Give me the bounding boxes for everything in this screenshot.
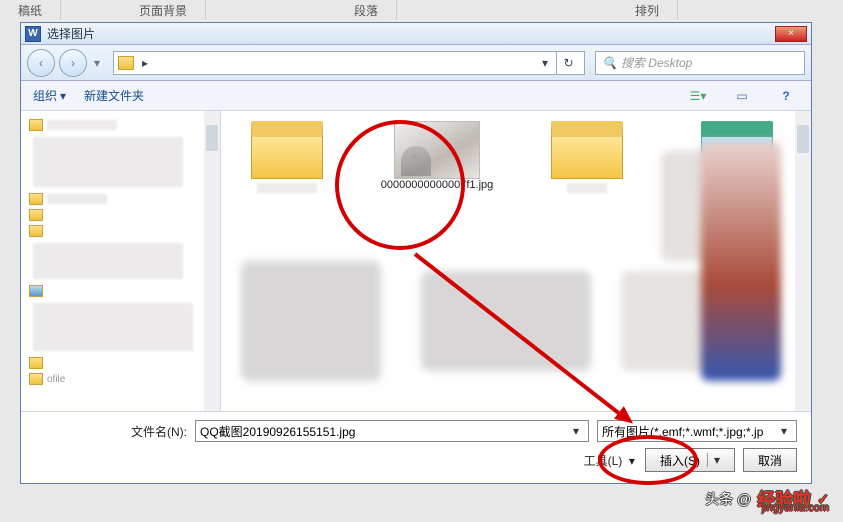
scrollbar[interactable] xyxy=(795,111,811,411)
tree-item[interactable]: ofile xyxy=(25,371,216,387)
folder-icon xyxy=(551,121,623,179)
search-icon: 🔍 xyxy=(602,56,617,70)
help-button[interactable]: ? xyxy=(773,86,799,106)
search-input[interactable]: 🔍 搜索 Desktop xyxy=(595,51,805,75)
breadcrumb-separator-icon[interactable]: ▸ xyxy=(138,56,152,70)
breadcrumb-dropdown-icon[interactable]: ▾ xyxy=(538,56,552,70)
view-icon: ☰ xyxy=(690,89,701,103)
tree-item[interactable] xyxy=(25,117,216,133)
refresh-button[interactable]: ↻ xyxy=(556,51,580,75)
forward-button[interactable]: › xyxy=(59,49,87,77)
search-placeholder: 搜索 Desktop xyxy=(621,54,692,71)
tree-label xyxy=(47,120,117,130)
file-open-dialog: W 选择图片 × ‹ › ▾ ▸ ▾ ↻ 🔍 搜索 Desktop 组织 ▾ 新… xyxy=(20,22,812,484)
organize-label: 组织 xyxy=(33,87,57,104)
file-list[interactable]: 00000000000007f1.jpg xyxy=(221,111,811,411)
folder-item[interactable] xyxy=(227,121,347,193)
tree-item[interactable] xyxy=(25,355,216,371)
chevron-down-icon: ▾ xyxy=(700,89,706,103)
preview-pane-button[interactable]: ▭ xyxy=(729,86,755,106)
word-ribbon: 稿纸 页面背景 段落 排列 xyxy=(0,0,843,20)
newfolder-button[interactable]: 新建文件夹 xyxy=(84,87,144,104)
chevron-down-icon[interactable]: ▾ xyxy=(776,424,792,438)
insert-label: 插入(S) xyxy=(660,452,700,469)
tools-button[interactable]: 工具(L) ▾ xyxy=(584,452,635,469)
tree-label xyxy=(47,194,107,204)
dialog-footer: 文件名(N): QQ截图20190926155151.jpg ▾ 所有图片(*.… xyxy=(21,411,811,488)
word-icon: W xyxy=(25,26,41,42)
tree-item[interactable] xyxy=(25,223,216,239)
file-name: 00000000000007f1.jpg xyxy=(377,179,497,192)
tools-label: 工具(L) xyxy=(584,454,623,468)
dialog-title: 选择图片 xyxy=(47,25,775,42)
tree-item[interactable] xyxy=(25,283,216,299)
folder-icon xyxy=(29,357,43,369)
image-thumbnail xyxy=(394,121,480,179)
nav-bar: ‹ › ▾ ▸ ▾ ↻ 🔍 搜索 Desktop xyxy=(21,45,811,81)
chevron-down-icon: ▾ xyxy=(60,89,66,103)
folder-icon xyxy=(29,119,43,131)
ribbon-group: 段落 xyxy=(336,0,397,20)
scroll-thumb[interactable] xyxy=(797,125,809,153)
folder-icon xyxy=(29,225,43,237)
folder-item[interactable] xyxy=(527,121,647,193)
chevron-down-icon[interactable]: ▾ xyxy=(568,424,584,438)
watermark-prefix: 头条 @ xyxy=(705,489,751,509)
address-bar[interactable]: ▸ ▾ ↻ xyxy=(113,51,585,75)
drive-icon xyxy=(29,285,43,297)
chevron-down-icon[interactable]: ▾ xyxy=(707,453,720,467)
dialog-titlebar: W 选择图片 × xyxy=(21,23,811,45)
view-mode-button[interactable]: ☰ ▾ xyxy=(685,86,711,106)
folder-icon xyxy=(29,193,43,205)
filename-value: QQ截图20190926155151.jpg xyxy=(200,423,568,440)
folder-tree[interactable]: ofile xyxy=(21,111,221,411)
scrollbar[interactable] xyxy=(204,111,220,411)
watermark-url: jingyanla.com xyxy=(762,502,829,514)
filename-input[interactable]: QQ截图20190926155151.jpg ▾ xyxy=(195,420,589,442)
chevron-down-icon: ▾ xyxy=(629,454,635,468)
file-type-filter[interactable]: 所有图片(*.emf;*.wmf;*.jpg;*.jp ▾ xyxy=(597,420,797,442)
cancel-button[interactable]: 取消 xyxy=(743,448,797,472)
back-button[interactable]: ‹ xyxy=(27,49,55,77)
folder-icon xyxy=(29,373,43,385)
filename-label: 文件名(N): xyxy=(35,423,195,440)
tree-item[interactable] xyxy=(25,191,216,207)
dialog-toolbar: 组织 ▾ 新建文件夹 ☰ ▾ ▭ ? xyxy=(21,81,811,111)
help-icon: ? xyxy=(782,89,789,103)
organize-button[interactable]: 组织 ▾ xyxy=(33,87,66,104)
tree-item[interactable] xyxy=(25,207,216,223)
close-button[interactable]: × xyxy=(775,26,807,42)
nav-history-dropdown[interactable]: ▾ xyxy=(91,49,103,77)
ribbon-group: 稿纸 xyxy=(0,0,61,20)
watermark: 头条 @ 经验啦 ✓ jingyanla.com xyxy=(705,486,829,512)
insert-button[interactable]: 插入(S) ▾ xyxy=(645,448,735,472)
folder-icon xyxy=(29,209,43,221)
ribbon-group: 排列 xyxy=(617,0,678,20)
folder-icon xyxy=(251,121,323,179)
folder-icon xyxy=(118,56,134,70)
file-item-selected[interactable]: 00000000000007f1.jpg xyxy=(377,121,497,193)
filter-value: 所有图片(*.emf;*.wmf;*.jpg;*.jp xyxy=(602,423,776,440)
scroll-thumb[interactable] xyxy=(206,125,218,151)
ribbon-group: 页面背景 xyxy=(121,0,206,20)
pane-icon: ▭ xyxy=(736,89,747,103)
